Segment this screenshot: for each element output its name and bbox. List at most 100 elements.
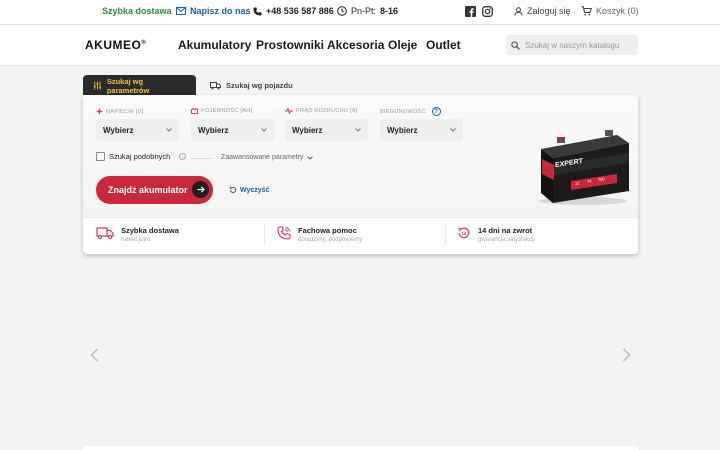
- chevron-right-icon: [622, 348, 631, 362]
- divider: [264, 225, 265, 245]
- nav-item-akumulatory[interactable]: Akumulatory: [178, 38, 251, 52]
- tab-search-by-params[interactable]: Szukaj wg parametrów: [83, 75, 196, 96]
- top-bar: Szybka dostawa Napisz do nas +48 536 587…: [0, 0, 720, 25]
- battery-icon: [191, 108, 198, 114]
- find-battery-button[interactable]: Znajdź akumulator: [96, 176, 213, 204]
- nav-item-outlet[interactable]: Outlet: [426, 38, 461, 52]
- nav-item-prostowniki[interactable]: Prostowniki: [256, 38, 324, 52]
- voltage-label-text: NAPIĘCIE [V]: [106, 108, 144, 115]
- logo-text: AKUMEO: [85, 38, 142, 52]
- truck-small-icon: [210, 81, 221, 89]
- hours-label: Pn-Pt:: [351, 6, 377, 16]
- current-select[interactable]: Wybierz: [285, 119, 368, 141]
- login-link[interactable]: Zaloguj się: [514, 6, 571, 16]
- capacity-label-text: POJEMNOŚĆ [AH]: [201, 108, 253, 114]
- cart-label: Koszyk (0): [596, 6, 639, 16]
- battery-spec-capacity: 74: [587, 178, 592, 184]
- similar-checkbox[interactable]: [96, 152, 105, 161]
- nav-item-oleje[interactable]: Oleje: [388, 38, 417, 52]
- content-strip: [83, 446, 638, 450]
- battery-product-image: EXPERT 12 74 700: [539, 130, 629, 205]
- feature-subtitle: nawet jutro: [121, 237, 151, 243]
- chevron-down-icon: [166, 128, 172, 132]
- similar-label: Szukaj podobnych: [109, 152, 171, 161]
- advanced-params-label: Zaawansowane parametry: [221, 154, 304, 161]
- feature-title: 14 dni na zwrot: [478, 226, 533, 235]
- current-label-text: PRĄD ROZRUCHU [A]: [296, 108, 358, 114]
- similar-option: Szukaj podobnych i: [96, 152, 187, 161]
- cart-link[interactable]: Koszyk (0): [581, 6, 639, 16]
- phone-link[interactable]: +48 536 587 886: [253, 6, 334, 16]
- search-input[interactable]: [525, 40, 633, 50]
- instagram-icon: [482, 6, 493, 17]
- feature-subtitle: gwarancja satysfakcji: [478, 237, 535, 243]
- polarity-select[interactable]: Wybierz: [380, 119, 463, 141]
- feature-title: Fachowa pomoc: [298, 226, 357, 235]
- pulse-icon: [285, 108, 293, 114]
- chevron-down-icon: [355, 128, 361, 132]
- current-label: PRĄD ROZRUCHU [A]: [285, 108, 358, 114]
- search-form: NAPIĘCIE [V] Wybierz POJEMNOŚĆ [AH] Wybi…: [83, 95, 638, 218]
- chevron-left-icon: [90, 348, 99, 362]
- capacity-select-value: Wybierz: [198, 125, 229, 135]
- polarity-label-text: BIEGUNOWOŚĆ: [380, 108, 426, 115]
- voltage-select-value: Wybierz: [103, 125, 134, 135]
- help-icon[interactable]: ?: [431, 107, 441, 116]
- write-to-us-link[interactable]: Napisz do nas: [176, 6, 251, 16]
- clock-icon: [337, 6, 347, 16]
- capacity-label: POJEMNOŚĆ [AH]: [191, 108, 252, 114]
- login-label: Zaloguj się: [527, 6, 571, 16]
- carousel-prev-button[interactable]: [90, 348, 99, 367]
- write-to-us-label: Napisz do nas: [190, 6, 251, 16]
- voltage-select[interactable]: Wybierz: [96, 119, 179, 141]
- fast-delivery-link[interactable]: Szybka dostawa: [102, 6, 172, 16]
- truck-icon: [96, 227, 114, 240]
- divider: [191, 158, 213, 159]
- chevron-down-icon: [261, 128, 267, 132]
- divider: [445, 225, 446, 245]
- feature-return: 14 14 dni na zwrot gwarancja satysfakcji: [457, 226, 535, 243]
- sliders-icon: [93, 81, 101, 90]
- clear-button[interactable]: Wyczyść: [229, 186, 269, 194]
- voltage-icon: [96, 108, 103, 115]
- user-icon: [514, 6, 523, 16]
- voltage-label: NAPIĘCIE [V]: [96, 108, 144, 115]
- facebook-icon: [465, 6, 476, 17]
- envelope-icon: [176, 7, 186, 15]
- polarity-label: BIEGUNOWOŚĆ ?: [380, 107, 441, 116]
- site-logo[interactable]: AKUMEO®: [85, 38, 146, 52]
- facebook-link[interactable]: [465, 6, 476, 17]
- advanced-params-toggle[interactable]: Zaawansowane parametry: [221, 154, 313, 161]
- tab-search-by-vehicle[interactable]: Szukaj wg pojazdu: [200, 75, 303, 96]
- battery-spec-voltage: 12: [575, 180, 580, 186]
- feature-expert-help: Fachowa pomoc doradzimy, podpowiemy: [277, 226, 362, 243]
- opening-hours: Pn-Pt: 8-16: [337, 6, 398, 16]
- chevron-down-icon: [450, 128, 456, 132]
- main-header: AKUMEO® Akumulatory Prostowniki Akcesori…: [0, 25, 720, 66]
- feature-fast-delivery: Szybka dostawa nawet jutro: [96, 226, 179, 243]
- feature-subtitle: doradzimy, podpowiemy: [298, 237, 363, 243]
- polarity-select-value: Wybierz: [387, 125, 418, 135]
- fast-delivery-label: Szybka dostawa: [102, 6, 172, 16]
- svg-text:14: 14: [461, 231, 467, 236]
- return-icon: 14: [458, 227, 470, 239]
- info-icon[interactable]: i: [179, 153, 187, 160]
- nav-item-akcesoria[interactable]: Akcesoria: [327, 38, 384, 52]
- carousel-next-button[interactable]: [622, 348, 631, 367]
- arrow-right-icon: [192, 181, 209, 198]
- reset-icon: [229, 186, 237, 194]
- search-icon: [511, 40, 520, 50]
- clear-label: Wyczyść: [240, 186, 270, 194]
- capacity-select[interactable]: Wybierz: [191, 119, 274, 141]
- phone-number: +48 536 587 886: [266, 6, 334, 16]
- feature-title: Szybka dostawa: [121, 226, 179, 235]
- current-select-value: Wybierz: [292, 125, 323, 135]
- instagram-link[interactable]: [482, 6, 493, 17]
- search-panel: NAPIĘCIE [V] Wybierz POJEMNOŚĆ [AH] Wybi…: [83, 95, 638, 254]
- chevron-down-icon: [306, 155, 313, 160]
- cart-icon: [581, 6, 592, 16]
- phone-help-icon: [277, 226, 291, 240]
- hours-value: 8-16: [380, 6, 399, 16]
- find-battery-label: Znajdź akumulator: [108, 185, 188, 195]
- phone-icon: [253, 6, 262, 16]
